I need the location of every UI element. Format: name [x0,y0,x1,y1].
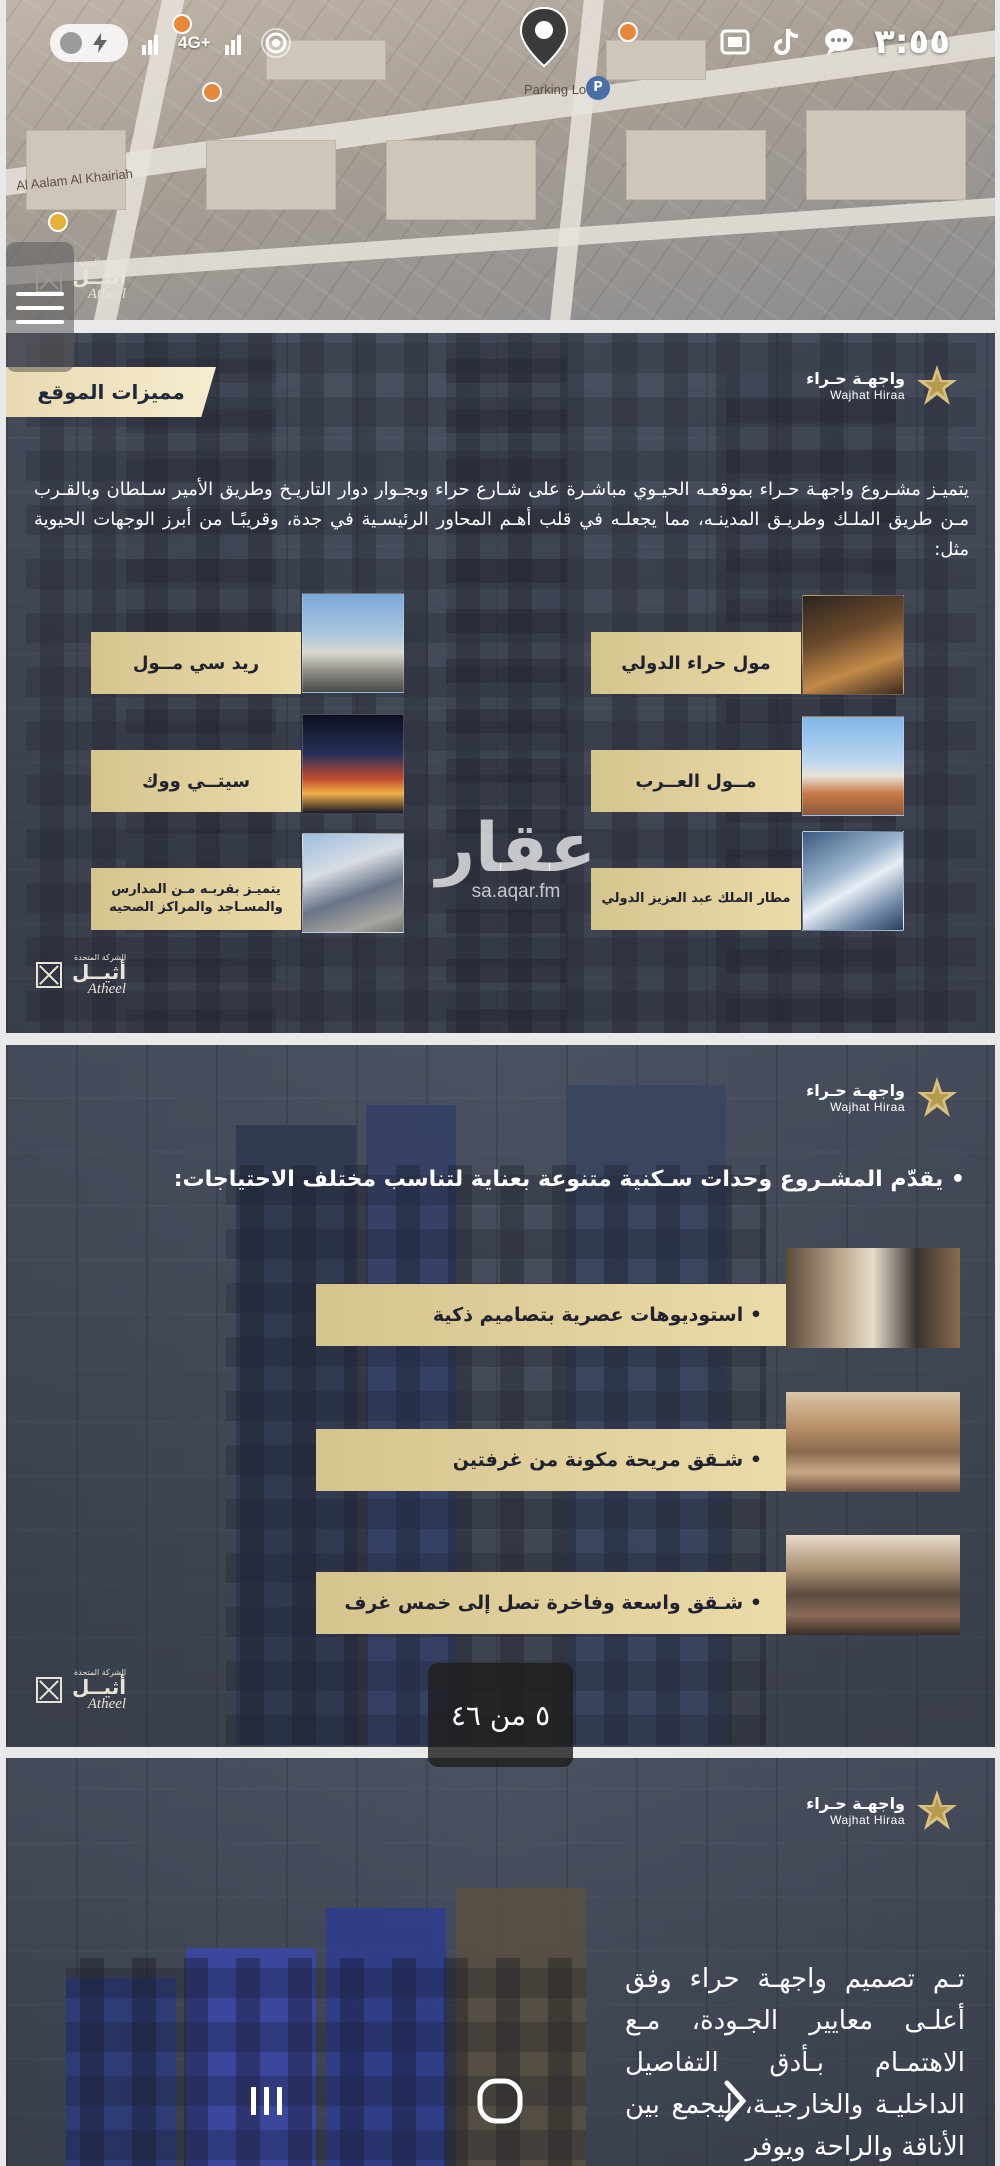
units-slide: واجهـة حـراء Wajhat Hiraa • يقدّم المشـر… [6,1045,995,1747]
place-tile: مــول العــرب [591,750,801,812]
map-parking-label: Parking Lot [524,82,590,97]
unit-bar: • شـقق واسعة وفاخرة تصل إلى خمس غرف [316,1572,786,1634]
star-logo-icon [917,1077,957,1117]
map-poi-icon[interactable] [48,212,68,232]
wajhat-hiraa-logo: واجهـة حـراء Wajhat Hiraa [806,363,959,407]
place-tile: مول حراء الدولي [591,632,801,694]
menu-line [16,292,64,296]
hotspot-icon [260,28,291,58]
atheel-mark-icon [36,961,62,988]
logo-ar: واجهـة حـراء [806,1080,905,1100]
location-slide: مميزات الموقع واجهـة حـراء Wajhat Hiraa … [6,333,995,1033]
place-photo [302,833,404,933]
place-photo [302,714,404,814]
toggle-pill [50,24,128,62]
map-block [626,130,766,200]
signal-bars-icon [224,35,241,55]
atheel-mark-icon [36,1676,62,1703]
place-photo [302,593,404,693]
recent-apps-icon[interactable] [237,2071,297,2131]
unit-bar: • شـقق مريحة مكونة من غرفتين [316,1429,786,1491]
aqar-watermark: عقار sa.aqar.fm [436,811,596,903]
unit-photo [786,1392,960,1492]
developer-name-ar: أثيــل [72,265,127,289]
star-logo-icon [917,1790,957,1830]
network-type: 4G+ [178,33,211,52]
logo-en: Wajhat Hiraa [830,1099,905,1114]
clock: ٣:٥٥ [874,22,950,62]
watermark-brand: عقار [436,809,597,888]
place-tile: سيتــي ووك [91,750,301,812]
tiktok-icon [774,28,799,55]
menu-line [16,306,64,310]
map-block [206,140,336,210]
developer-logo: الشركة المتحدة أثيــل Atheel [36,953,127,997]
logo-en: Wajhat Hiraa [830,387,905,402]
section-title: مميزات الموقع [6,367,216,417]
map-poi-icon[interactable] [202,82,222,102]
screen: { "status_bar": { "clock": "٣:٥٥", "netw… [0,0,1000,2166]
signal-bars-icon [142,35,158,55]
back-icon[interactable] [703,2071,763,2131]
unit-photo [786,1535,960,1635]
home-icon[interactable] [470,2071,530,2131]
logo-en: Wajhat Hiraa [830,1812,905,1827]
system-nav-bar [0,2036,1000,2166]
place-tile: يتميـز بقربـه مـن المدارس والمسـاجد والم… [91,868,301,930]
developer-name-en: Atheel [87,1696,127,1712]
menu-line [16,320,64,324]
location-paragraph: يتميـز مشـروع واجهـة حـراء بموقعـه الحيـ… [34,479,969,560]
bolt-icon [93,33,107,53]
developer-name-ar: أثيــل [72,1675,127,1699]
chat-icon [825,29,854,55]
wajhat-hiraa-logo: واجهـة حـراء Wajhat Hiraa [806,1788,959,1832]
wajhat-hiraa-logo: واجهـة حـراء Wajhat Hiraa [806,1075,959,1119]
menu-button[interactable] [6,242,74,372]
status-bar: 4G+ ٣:٥٥ [0,20,1000,80]
place-tile: مطار الملك عبد العزيز الدولي [591,868,801,930]
map-block [806,110,966,200]
developer-logo: الشركة المتحدة أثيــل Atheel [36,1668,127,1712]
toggle-knob [60,32,82,54]
place-photo [802,716,904,816]
gallery-icon [720,29,750,55]
star-logo-icon [917,365,957,405]
place-tile: ريد سي مــول [91,632,301,694]
logo-ar: واجهـة حـراء [806,368,905,388]
page-indicator: ٥ من ٤٦ [428,1663,573,1767]
units-headline: • يقدّم المشـروع وحدات سـكنية متنوعة بعن… [173,1167,965,1192]
developer-name-ar: أثيــل [72,960,127,984]
unit-photo [786,1248,960,1348]
place-photo [802,595,904,695]
unit-bar: • استوديوهات عصرية بتصاميم ذكية [316,1284,786,1346]
developer-name-en: Atheel [87,286,127,302]
developer-name-en: Atheel [87,981,127,997]
place-photo [802,831,904,931]
logo-ar: واجهـة حـراء [806,1793,905,1813]
map-block [386,140,536,220]
